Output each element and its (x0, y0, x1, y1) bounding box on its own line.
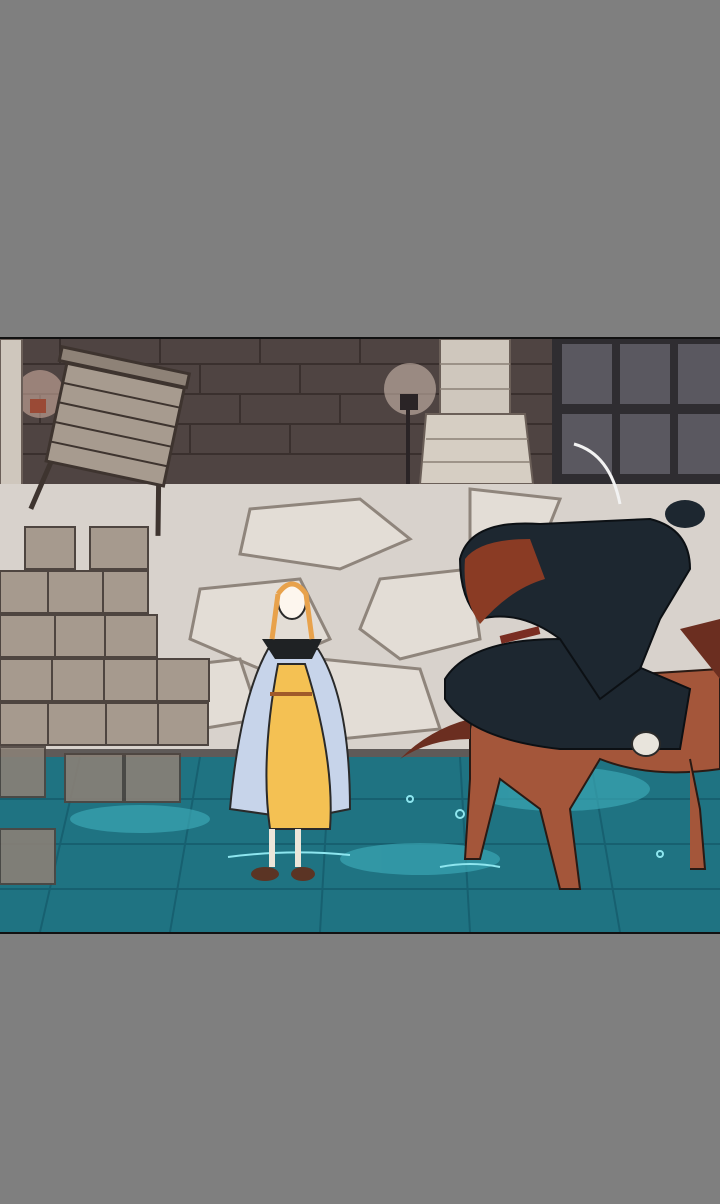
comic-viewer (0, 0, 720, 1204)
left-column (0, 339, 23, 490)
stone-pillar (439, 339, 511, 415)
panel-illustration (0, 339, 720, 932)
pillar-base (418, 413, 535, 485)
comic-panel (0, 337, 720, 934)
